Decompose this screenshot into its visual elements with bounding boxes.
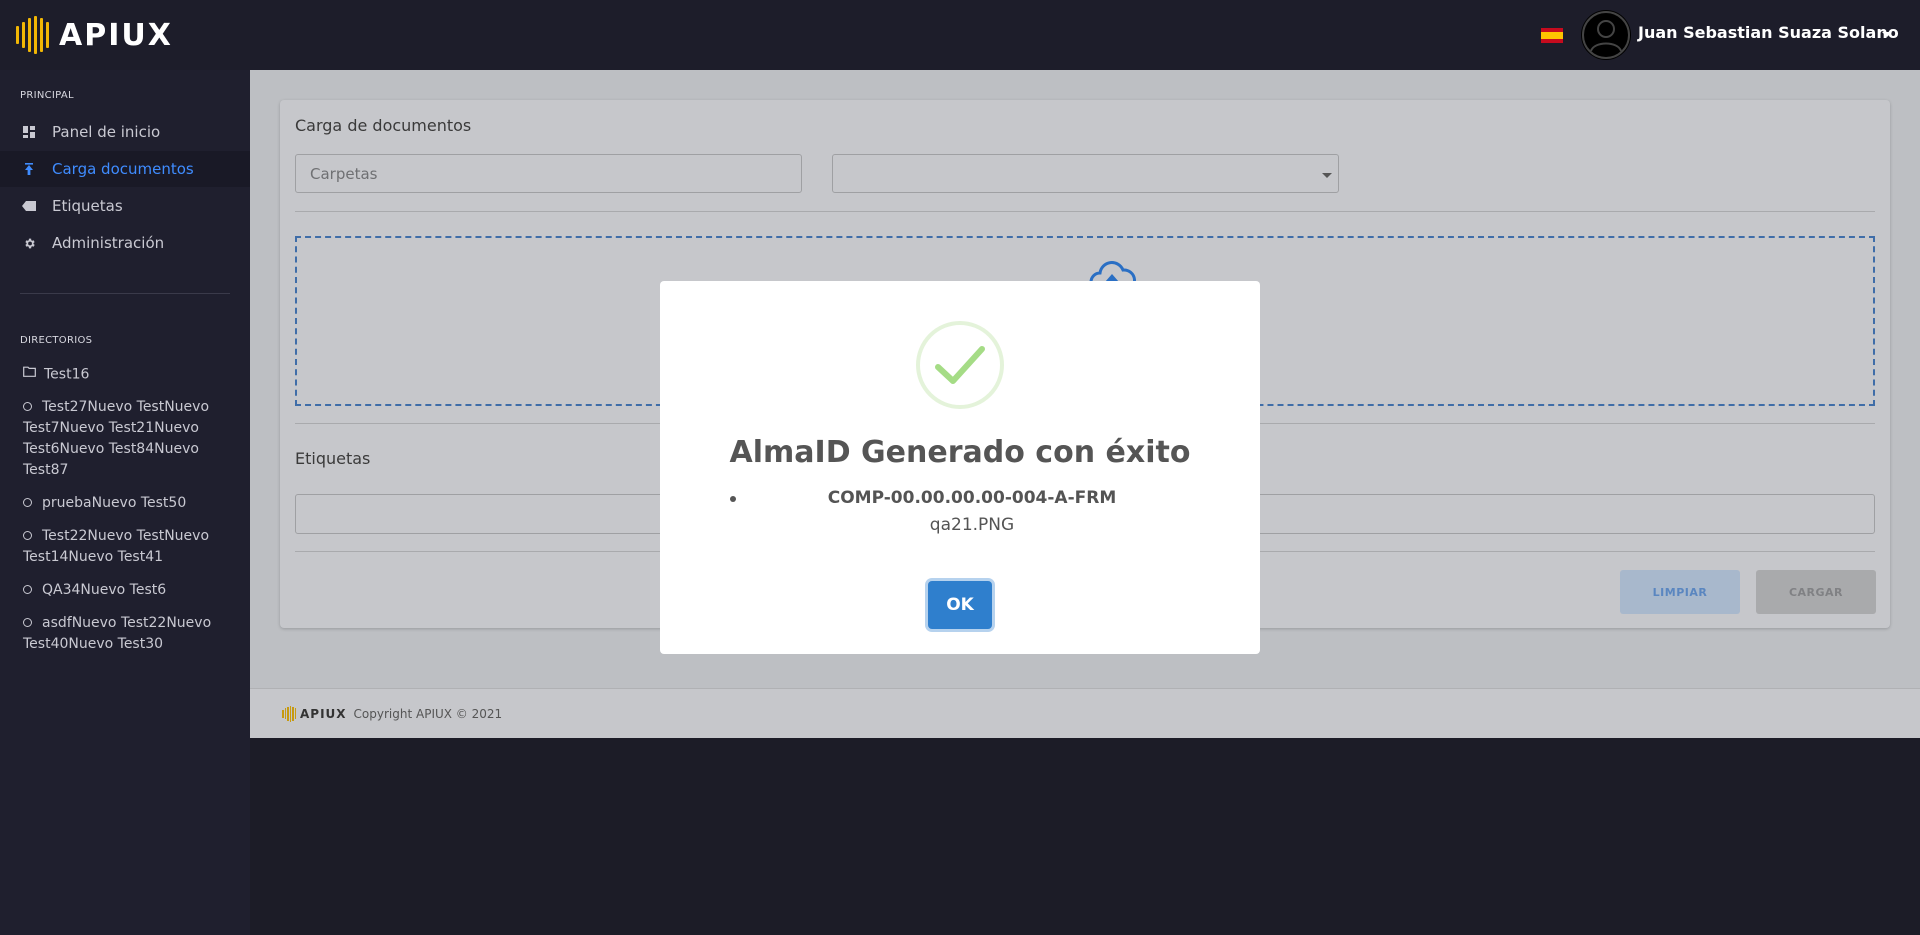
directory-item[interactable]: pruebaNuevo Test50 — [23, 493, 228, 514]
section-directorios: DIRECTORIOS — [20, 335, 93, 346]
modal-title: AlmaID Generado con éxito — [729, 435, 1191, 470]
carpetas-placeholder: Carpetas — [310, 164, 378, 183]
dashboard-icon — [22, 125, 36, 139]
directory-item[interactable]: Test16 — [23, 364, 228, 386]
avatar[interactable] — [1581, 10, 1631, 60]
folder-select[interactable] — [832, 154, 1339, 193]
card-title: Carga de documentos — [295, 116, 472, 135]
sidebar-item-panel-inicio[interactable]: Panel de inicio — [0, 114, 250, 150]
logo-bars-icon — [16, 16, 49, 54]
directory-item[interactable]: Test27Nuevo TestNuevo Test7Nuevo Test21N… — [23, 397, 228, 481]
uploaded-file-name: qa21.PNG — [929, 515, 1015, 535]
circle-icon — [23, 584, 32, 594]
footer-logo: APIUX — [282, 705, 347, 722]
circle-icon — [23, 401, 32, 411]
dropdown-arrow-icon — [1322, 173, 1332, 178]
directory-label: Test22Nuevo TestNuevo Test14Nuevo Test41 — [23, 528, 210, 565]
generated-alma-id: COMP-00.00.00.00-004-A-FRM — [827, 488, 1117, 508]
spain-flag-icon[interactable] — [1541, 28, 1563, 43]
directory-label: Test16 — [44, 366, 90, 383]
circle-icon — [23, 497, 32, 507]
upload-icon — [22, 162, 36, 176]
logo-bars-icon — [282, 705, 296, 722]
apiux-logo[interactable]: APIUX — [16, 16, 173, 54]
folder-icon — [23, 363, 36, 384]
sidebar-item-label: Administración — [52, 234, 165, 252]
footer-copyright: Copyright APIUX © 2021 — [353, 706, 503, 721]
top-navbar: APIUX Juan Sebastian Suaza Solano — [0, 0, 1920, 70]
directory-label: QA34Nuevo Test6 — [42, 582, 167, 598]
success-check-icon — [916, 321, 1004, 409]
sidebar-item-label: Carga documentos — [52, 160, 194, 178]
sidebar-item-etiquetas[interactable]: Etiquetas — [0, 188, 250, 224]
directory-label: pruebaNuevo Test50 — [42, 495, 187, 511]
directory-label: asdfNuevo Test22Nuevo Test40Nuevo Test30 — [23, 615, 212, 652]
sidebar-item-administracion[interactable]: Administración — [0, 225, 250, 261]
user-name[interactable]: Juan Sebastian Suaza Solano — [1638, 23, 1899, 42]
caret-down-icon[interactable] — [1882, 32, 1892, 37]
etiquetas-title: Etiquetas — [295, 449, 371, 468]
ok-button[interactable]: OK — [928, 581, 992, 629]
directory-item[interactable]: QA34Nuevo Test6 — [23, 580, 228, 601]
gear-icon — [22, 236, 36, 250]
sidebar: PRINCIPAL Panel de inicio Carga document… — [0, 70, 250, 935]
directory-label: Test27Nuevo TestNuevo Test7Nuevo Test21N… — [23, 399, 210, 478]
circle-icon — [23, 617, 32, 627]
footer-logo-text: APIUX — [300, 706, 347, 721]
circle-icon — [23, 530, 32, 540]
directory-item[interactable]: Test22Nuevo TestNuevo Test14Nuevo Test41 — [23, 526, 228, 568]
divider — [295, 211, 1875, 212]
sidebar-divider — [20, 293, 230, 294]
sidebar-item-label: Panel de inicio — [52, 123, 161, 141]
limpiar-button[interactable]: LIMPIAR — [1620, 570, 1740, 614]
carpetas-input[interactable]: Carpetas — [295, 154, 802, 193]
sidebar-item-label: Etiquetas — [52, 197, 123, 215]
success-modal: AlmaID Generado con éxito COMP-00.00.00.… — [660, 281, 1260, 654]
cargar-button[interactable]: CARGAR — [1756, 570, 1876, 614]
user-avatar-icon — [1582, 11, 1630, 59]
section-principal: PRINCIPAL — [20, 90, 74, 101]
footer: APIUX Copyright APIUX © 2021 — [250, 688, 1920, 738]
sidebar-item-carga-documentos[interactable]: Carga documentos — [0, 151, 250, 187]
tag-icon — [22, 199, 36, 213]
logo-text: APIUX — [59, 17, 173, 53]
directory-item[interactable]: asdfNuevo Test22Nuevo Test40Nuevo Test30 — [23, 613, 228, 655]
